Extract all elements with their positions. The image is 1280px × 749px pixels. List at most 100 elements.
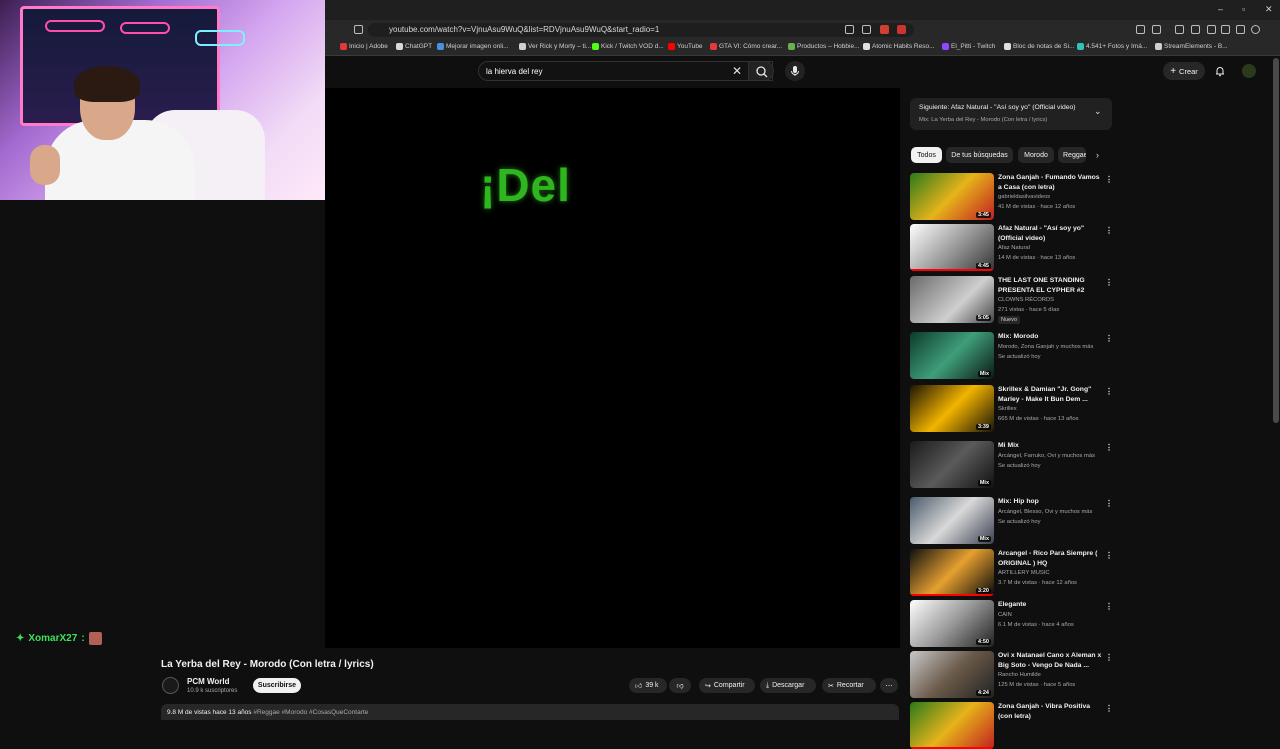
recommendation-title[interactable]: Ovi x Natanael Cano x Aleman x Big Soto … — [998, 651, 1102, 670]
bookmark-item[interactable]: YouTube — [668, 43, 703, 50]
chevron-down-icon[interactable]: ⌄ — [1094, 106, 1102, 117]
create-button[interactable]: + Crear — [1163, 62, 1205, 80]
recommendation-channel[interactable]: CLOWNS RÉCORDS — [998, 295, 1054, 305]
like-button[interactable]: 👍︎ 39 k — [629, 678, 667, 693]
recommendation-title[interactable]: Skrillex & Damian "Jr. Gong" Marley - Ma… — [998, 385, 1102, 404]
bell-icon[interactable] — [1214, 65, 1226, 77]
bookmark-page-icon[interactable] — [354, 25, 363, 34]
window-close-icon[interactable]: ✕ — [1265, 4, 1273, 15]
minimize-icon[interactable]: – — [1218, 4, 1223, 14]
close-icon[interactable]: ✕ — [732, 64, 742, 78]
chevron-right-icon[interactable]: › — [1096, 150, 1099, 160]
bookmark-item[interactable]: Ver Rick y Morty – ti... — [519, 43, 591, 50]
page-scrollbar[interactable] — [1273, 58, 1279, 423]
recommendation-channel[interactable]: Arcángel, Farruko, Ovi y muchos más — [998, 451, 1095, 461]
video-thumbnail[interactable]: 4:24 — [910, 651, 994, 698]
recommendation-item[interactable]: Mix Mi Mix Arcángel, Farruko, Ovi y muchos… — [910, 441, 1113, 489]
chip-reggae[interactable]: Reggae — [1058, 147, 1086, 163]
more-options-icon[interactable]: ⋮ — [1105, 278, 1113, 287]
video-thumbnail[interactable] — [910, 702, 994, 749]
chip-de-tus-busquedas[interactable]: De tus búsquedas — [946, 147, 1013, 163]
video-thumbnail[interactable]: Mix — [910, 497, 994, 544]
more-options-icon[interactable]: ⋮ — [1105, 387, 1113, 396]
bookmark-item[interactable]: Mejorar imagen onli... — [437, 43, 509, 50]
bookmark-item[interactable]: ChatGPT — [396, 43, 432, 50]
recommendation-title[interactable]: Zona Ganjah - Vibra Positiva (con letra) — [998, 702, 1102, 721]
extension-icon[interactable] — [880, 25, 889, 34]
recommendation-channel[interactable]: Afaz Natural — [998, 243, 1030, 253]
search-button[interactable] — [748, 61, 774, 81]
toolbar-icon-2[interactable] — [1152, 25, 1161, 34]
bookmark-item[interactable]: El_Pitti - Twitch — [942, 43, 995, 50]
recommendation-item[interactable]: Zona Ganjah - Vibra Positiva (con letra)… — [910, 702, 1113, 749]
recommendation-item[interactable]: Mix Mix: Hip hop Arcángel, Blesso, Ovi y m… — [910, 497, 1113, 545]
subscribe-button[interactable]: Suscribirse — [253, 678, 301, 693]
bookmark-item[interactable]: 4.541+ Fotos y Imá... — [1077, 43, 1147, 50]
more-options-icon[interactable]: ⋮ — [1105, 226, 1113, 235]
recommendation-item[interactable]: 3:20 Arcangel - Rico Para Siempre ( ORIGI… — [910, 549, 1113, 597]
bookmark-item[interactable]: Productos – Hobbie... — [788, 43, 860, 50]
bookmark-item[interactable]: Atomic Habits Reso... — [863, 43, 935, 50]
recommendation-title[interactable]: Zona Ganjah - Fumando Vamos a Casa (con … — [998, 173, 1102, 192]
more-options-icon[interactable]: ⋮ — [1105, 443, 1113, 452]
toolbar-icon-1[interactable] — [1136, 25, 1145, 34]
recommendation-item[interactable]: 4:45 Afaz Natural - "Así soy yo" (Officia… — [910, 224, 1113, 272]
more-options-icon[interactable]: ⋮ — [1105, 175, 1113, 184]
maximize-icon[interactable]: ▫ — [1242, 4, 1245, 14]
recommendation-item[interactable]: 4:24 Ovi x Natanael Cano x Aleman x Big S… — [910, 651, 1113, 699]
voice-search-button[interactable] — [785, 61, 805, 81]
recommendation-title[interactable]: Mix: Morodo — [998, 332, 1102, 342]
recommendation-title[interactable]: Mix: Hip hop — [998, 497, 1102, 507]
recommendation-channel[interactable]: Arcángel, Blesso, Ovi y muchos más — [998, 507, 1092, 517]
toolbar-icon-5[interactable] — [1221, 25, 1230, 34]
recommendation-item[interactable]: 4:50 Elegante CAIN 6.1 M de vistas · hace 4… — [910, 600, 1113, 648]
video-thumbnail[interactable]: 3:45 — [910, 173, 994, 220]
more-options-icon[interactable]: ⋮ — [1105, 602, 1113, 611]
video-thumbnail[interactable]: 3:39 — [910, 385, 994, 432]
dislike-button[interactable]: 👎︎ — [669, 678, 691, 693]
chip-morodo[interactable]: Morodo — [1018, 147, 1054, 163]
recommendation-title[interactable]: Mi Mix — [998, 441, 1102, 451]
recommendation-channel[interactable]: Morodo, Zona Ganjah y muchos más — [998, 342, 1093, 352]
recommendation-channel[interactable]: Rancho Humilde — [998, 670, 1041, 680]
more-options-icon[interactable]: ⋮ — [1105, 653, 1113, 662]
recommendation-channel[interactable]: CAIN — [998, 610, 1012, 620]
recommendation-item[interactable]: 5:05 THE LAST ONE STANDING PRESENTA EL CY… — [910, 276, 1113, 324]
recommendation-channel[interactable]: ARTILLERY MUSIC — [998, 568, 1050, 578]
bookmark-item[interactable]: Inicio | Adobe — [340, 43, 388, 50]
toolbar-icon-3[interactable] — [1191, 25, 1200, 34]
account-avatar[interactable] — [1242, 64, 1256, 78]
recommendation-title[interactable]: THE LAST ONE STANDING PRESENTA EL CYPHER… — [998, 276, 1102, 295]
video-thumbnail[interactable]: 4:50 — [910, 600, 994, 647]
toolbar-icon-6[interactable] — [1236, 25, 1245, 34]
video-player[interactable] — [325, 88, 900, 648]
bookmark-item[interactable]: Bloc de notas de Si... — [1004, 43, 1074, 50]
clip-button[interactable]: ✂ Recortar — [822, 678, 876, 693]
video-thumbnail[interactable]: Mix — [910, 332, 994, 379]
search-input[interactable]: la hierva del rey — [486, 67, 542, 76]
channel-name[interactable]: PCM World — [187, 677, 230, 686]
chip-todos[interactable]: Todos — [911, 147, 942, 163]
bookmark-item[interactable]: StreamElements - B... — [1155, 43, 1228, 50]
recommendation-channel[interactable]: Skrillex — [998, 404, 1017, 414]
video-thumbnail[interactable]: Mix — [910, 441, 994, 488]
recommendation-title[interactable]: Elegante — [998, 600, 1102, 610]
more-options-icon[interactable]: ⋮ — [1105, 334, 1113, 343]
install-icon[interactable] — [845, 25, 854, 34]
hashtags[interactable]: #Reggae #Morodo #CosasQueContarte — [253, 709, 368, 716]
extension-badge-icon[interactable] — [897, 25, 906, 34]
bookmark-item[interactable]: Kick / Twitch VOD d... — [592, 43, 664, 50]
video-thumbnail[interactable]: 3:20 — [910, 549, 994, 596]
share-button[interactable]: ↪ Compartir — [699, 678, 755, 693]
download-manager-icon[interactable] — [1175, 25, 1184, 34]
more-options-icon[interactable]: ⋮ — [1105, 551, 1113, 560]
more-actions-button[interactable]: ⋯ — [880, 678, 898, 693]
video-thumbnail[interactable]: 4:45 — [910, 224, 994, 271]
more-options-icon[interactable]: ⋮ — [1105, 704, 1113, 713]
toolbar-icon-4[interactable] — [1207, 25, 1216, 34]
profile-icon[interactable] — [1251, 25, 1260, 34]
more-options-icon[interactable]: ⋮ — [1105, 499, 1113, 508]
up-next-panel[interactable] — [910, 98, 1112, 130]
recommendation-item[interactable]: Mix Mix: Morodo Morodo, Zona Ganjah y much… — [910, 332, 1113, 380]
video-thumbnail[interactable]: 5:05 — [910, 276, 994, 323]
